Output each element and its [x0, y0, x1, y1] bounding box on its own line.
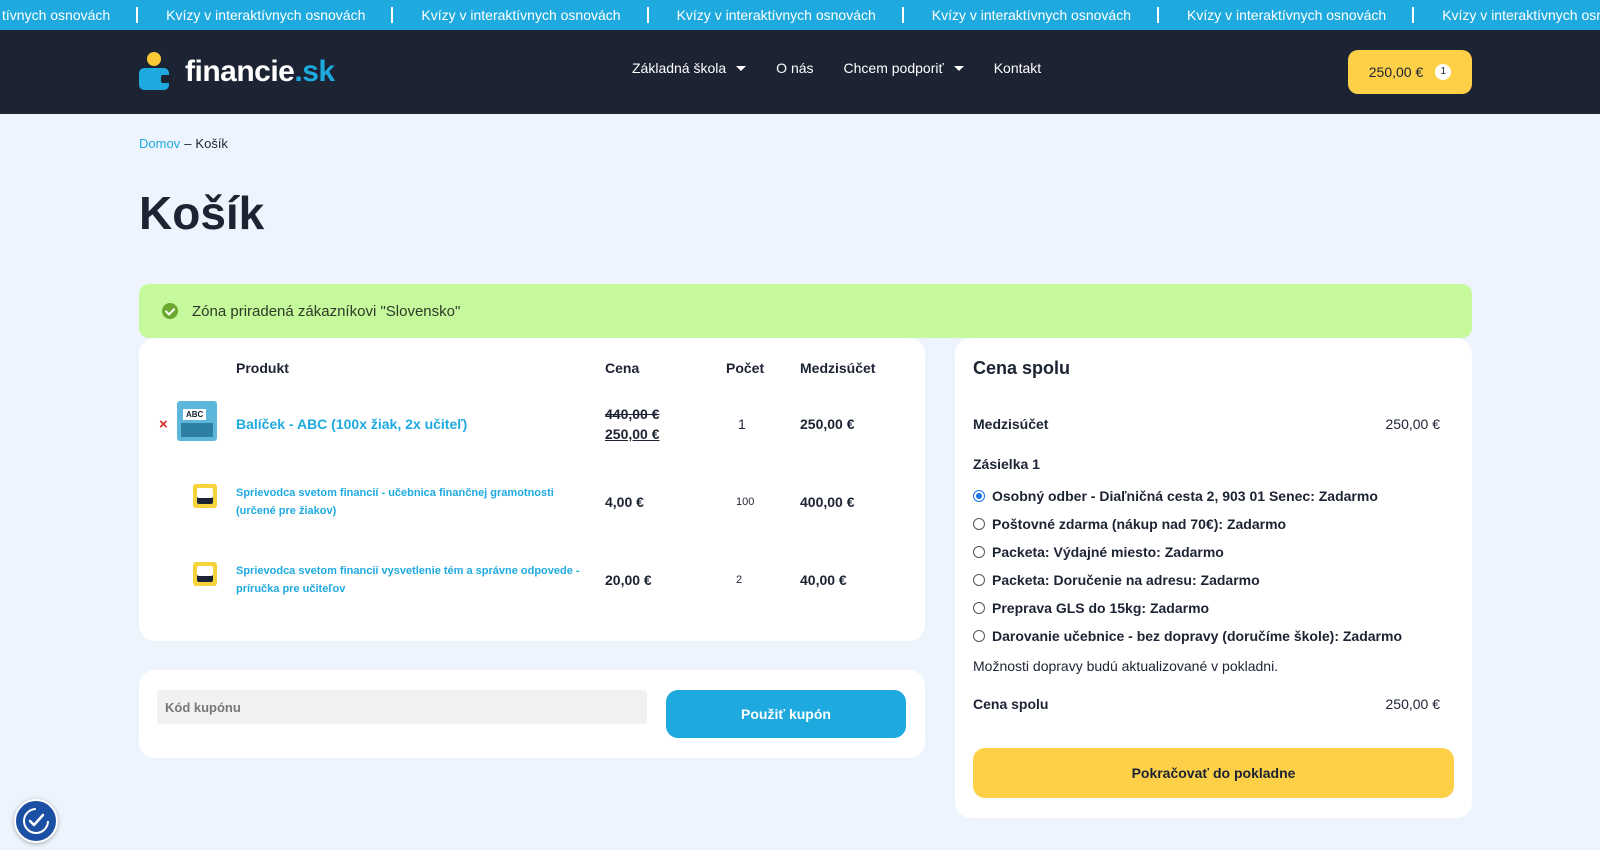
- quantity-value[interactable]: 100: [736, 496, 754, 508]
- nav-item-zakladna-skola[interactable]: Základná škola: [632, 60, 747, 76]
- product-thumbnail[interactable]: [193, 484, 217, 508]
- ticker-item: Kvízy v interaktívnych osnovách: [1159, 0, 1415, 30]
- subtotal-value: 250,00 €: [1385, 416, 1441, 432]
- radio-icon[interactable]: [973, 518, 985, 530]
- chevron-down-icon: [953, 65, 964, 71]
- shipping-option-packeta-adresa[interactable]: Packeta: Doručenie na adresu: Zadarmo: [973, 572, 1260, 588]
- zone-notice: Zóna priradená zákazníkovi "Slovensko": [139, 284, 1472, 338]
- shipping-option-postovne-zdarma[interactable]: Poštovné zdarma (nákup nad 70€): Zadarmo: [973, 516, 1286, 532]
- radio-icon[interactable]: [973, 574, 985, 586]
- old-price: 440,00 €: [605, 406, 660, 422]
- radio-selected-icon[interactable]: [973, 490, 985, 502]
- item-subtotal: 40,00 €: [800, 572, 847, 588]
- ticker-item: Kvízy v interaktívnych osnovách: [138, 0, 394, 30]
- coupon-code-input[interactable]: [157, 690, 647, 724]
- page-title: Košík: [139, 187, 265, 239]
- cart-totals: Cena spolu Medzisúčet 250,00 € Zásielka …: [955, 338, 1472, 818]
- shipping-note: Možnosti dopravy budú aktualizované v po…: [973, 658, 1279, 674]
- nav-item-label: Kontakt: [993, 60, 1042, 76]
- main-nav: Základná škola O nás Chcem podporiť Kont…: [632, 60, 1071, 76]
- breadcrumb-separator: –: [184, 136, 192, 151]
- sale-price: 250,00 €: [605, 426, 660, 442]
- table-row: Sprievodca svetom financií - učebnica fi…: [139, 476, 925, 556]
- shipping-option-packeta-vydajne[interactable]: Packeta: Výdajné miesto: Zadarmo: [973, 544, 1224, 560]
- product-link[interactable]: Sprievodca svetom financií - učebnica fi…: [236, 484, 596, 520]
- shipping-option-label: Darovanie učebnice - bez dopravy (doručí…: [992, 628, 1402, 644]
- subtotal-label: Medzisúčet: [973, 416, 1049, 432]
- product-link[interactable]: Sprievodca svetom financií vysvetlenie t…: [236, 562, 596, 598]
- logo-main: financie: [185, 55, 295, 88]
- item-price: 4,00 €: [605, 494, 644, 510]
- shipment-label: Zásielka 1: [973, 456, 1040, 472]
- chevron-down-icon: [736, 65, 747, 71]
- column-header-subtotal: Medzisúčet: [800, 360, 876, 376]
- radio-icon[interactable]: [973, 546, 985, 558]
- shipping-option-label: Packeta: Doručenie na adresu: Zadarmo: [992, 572, 1260, 588]
- subtotal-row: Medzisúčet 250,00 €: [973, 416, 1440, 432]
- shipping-option-label: Osobný odber - Diaľničná cesta 2, 903 01…: [992, 488, 1378, 504]
- accessibility-widget-button[interactable]: [14, 799, 58, 843]
- product-link[interactable]: Balíček - ABC (100x žiak, 2x učiteľ): [236, 416, 467, 432]
- remove-item-icon[interactable]: ×: [159, 416, 168, 433]
- nav-item-o-nas[interactable]: O nás: [776, 60, 813, 76]
- breadcrumb: Domov – Košík: [139, 136, 228, 151]
- notice-text: Zóna priradená zákazníkovi "Slovensko": [192, 302, 461, 320]
- cart-total: 250,00 €: [1368, 64, 1424, 80]
- cart-count-badge: 1: [1435, 64, 1452, 80]
- logo-wallet: [139, 68, 169, 90]
- nav-item-label: O nás: [776, 60, 814, 76]
- table-row: Sprievodca svetom financií vysvetlenie t…: [139, 556, 925, 636]
- ticker-item: Kvízy v interaktívnych osnovách: [1414, 0, 1600, 30]
- apply-coupon-button[interactable]: Použiť kupón: [666, 690, 906, 738]
- totals-title: Cena spolu: [973, 358, 1071, 378]
- nav-item-kontakt[interactable]: Kontakt: [994, 60, 1041, 76]
- shipping-option-label: Preprava GLS do 15kg: Zadarmo: [992, 600, 1210, 616]
- coupon-section: Použiť kupón: [139, 670, 925, 758]
- proceed-to-checkout-button[interactable]: Pokračovať do pokladne: [973, 748, 1454, 798]
- site-logo[interactable]: financie.sk: [139, 52, 335, 92]
- column-header-product: Produkt: [236, 360, 289, 376]
- breadcrumb-current: Košík: [195, 136, 228, 151]
- ticker-item: Kvízy v interaktívnych osnovách: [393, 0, 649, 30]
- quantity-value[interactable]: 2: [736, 574, 742, 586]
- cart-table: Produkt Cena Počet Medzisúčet × Balíček …: [139, 338, 925, 641]
- nav-item-label: Chcem podporiť: [843, 60, 944, 76]
- logo-tld: .sk: [294, 55, 335, 88]
- table-row: × Balíček - ABC (100x žiak, 2x učiteľ) 4…: [139, 396, 925, 476]
- product-thumbnail[interactable]: [177, 401, 217, 441]
- site-header: financie.sk Základná škola O nás Chcem p…: [0, 30, 1600, 114]
- ticker-item: Kvízy v interaktívnych osnovách: [649, 0, 904, 30]
- shipping-option-label: Poštovné zdarma (nákup nad 70€): Zadarmo: [992, 516, 1287, 532]
- check-circle-icon: [162, 303, 178, 319]
- logo-coin: [147, 52, 161, 66]
- nav-item-label: Základná škola: [632, 60, 727, 76]
- item-subtotal: 250,00 €: [800, 416, 855, 432]
- item-price: 20,00 €: [605, 572, 652, 588]
- item-subtotal: 400,00 €: [800, 494, 855, 510]
- announcement-ticker: tívnych osnovách Kvízy v interaktívnych …: [0, 0, 1600, 30]
- shipping-option-darovanie[interactable]: Darovanie učebnice - bez dopravy (doručí…: [973, 628, 1402, 644]
- total-row: Cena spolu 250,00 €: [973, 696, 1440, 712]
- nav-item-chcem-podporit[interactable]: Chcem podporiť: [844, 60, 964, 76]
- accessibility-icon: [23, 808, 49, 834]
- shipping-option-osobny-odber[interactable]: Osobný odber - Diaľničná cesta 2, 903 01…: [973, 488, 1378, 504]
- ticker-item: tívnych osnovách: [0, 0, 139, 30]
- radio-icon[interactable]: [973, 602, 985, 614]
- radio-icon[interactable]: [973, 630, 985, 642]
- ticker-item: Kvízy v interaktívnych osnovách: [904, 0, 1160, 30]
- wallet-logo-icon: [139, 52, 171, 92]
- logo-text: financie.sk: [185, 55, 335, 89]
- total-value: 250,00 €: [1385, 696, 1441, 712]
- column-header-qty: Počet: [726, 360, 765, 376]
- total-label: Cena spolu: [973, 696, 1049, 712]
- shipping-option-gls[interactable]: Preprava GLS do 15kg: Zadarmo: [973, 600, 1209, 616]
- ticker-track: tívnych osnovách Kvízy v interaktívnych …: [0, 0, 1600, 30]
- quantity-value[interactable]: 1: [738, 416, 746, 432]
- shipping-option-label: Packeta: Výdajné miesto: Zadarmo: [992, 544, 1224, 560]
- column-header-price: Cena: [605, 360, 640, 376]
- product-thumbnail[interactable]: [193, 562, 217, 586]
- breadcrumb-home-link[interactable]: Domov: [139, 136, 180, 151]
- header-cart-button[interactable]: 250,00 € 1: [1348, 50, 1472, 94]
